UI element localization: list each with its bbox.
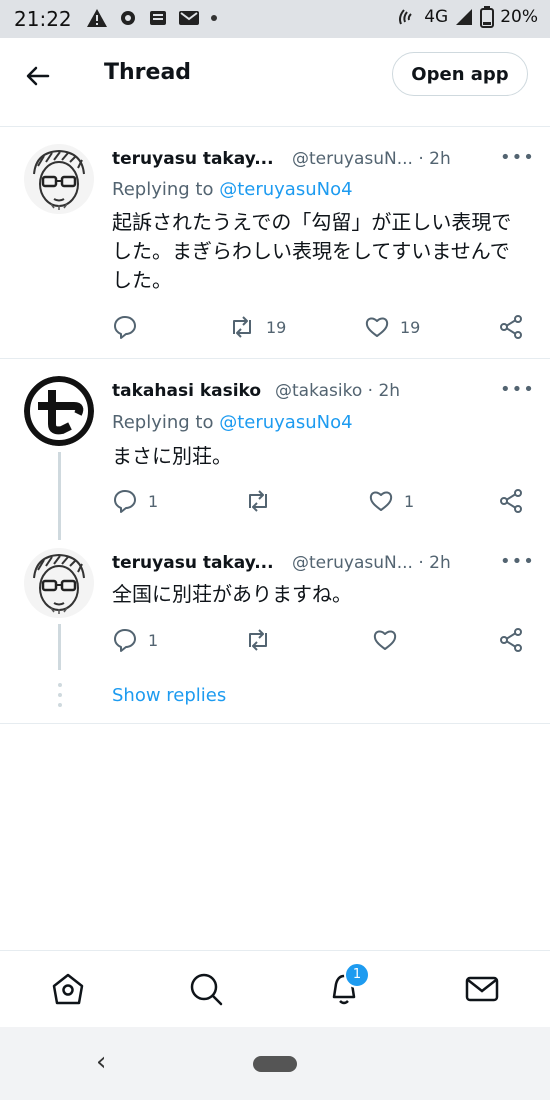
tweet-author-name[interactable]: teruyasu takay... [112, 149, 274, 169]
like-button[interactable]: 1 [368, 488, 414, 514]
retweet-count: 19 [266, 317, 287, 337]
ellipsis-vertical-icon [58, 683, 62, 707]
like-count: 19 [400, 317, 421, 337]
reply-button[interactable]: 1 [112, 627, 158, 653]
status-system-icons: 4G 20% [396, 6, 538, 28]
notification-badge: 1 [344, 962, 370, 988]
retweet-button[interactable] [244, 627, 272, 653]
status-notification-icons [86, 8, 218, 28]
news-icon [150, 11, 166, 25]
replying-to: Replying to @teruyasuNo4 [112, 412, 353, 433]
retweet-icon [249, 490, 267, 512]
network-type: 4G [424, 7, 449, 27]
battery-icon [480, 6, 495, 28]
system-back-icon[interactable]: ‹ [96, 1047, 106, 1077]
share-icon [500, 315, 522, 339]
more-options-icon[interactable]: ••• [500, 147, 535, 168]
tweet-author-handle: @teruyasuN... · 2h [292, 149, 451, 169]
reply-icon [114, 629, 136, 652]
avatar[interactable] [24, 144, 94, 214]
heart-icon [373, 630, 397, 650]
heart-icon [369, 491, 393, 511]
replying-to-label: Replying to [112, 179, 220, 200]
replying-to-link[interactable]: @teruyasuNo4 [219, 179, 352, 200]
nfc-icon [399, 9, 412, 25]
reply-button[interactable] [112, 314, 138, 340]
tweet-text: 全国に別荘がありますね。 [112, 582, 352, 606]
sketch-face-avatar-icon [24, 144, 94, 214]
messages-icon[interactable] [462, 969, 502, 1009]
home-gesture-pill[interactable] [253, 1056, 297, 1072]
reply-count: 1 [148, 491, 159, 511]
system-nav-bar: ‹ [0, 1027, 550, 1100]
share-icon [500, 489, 522, 513]
thread-connector [58, 452, 61, 540]
divider [0, 126, 550, 127]
share-button[interactable] [498, 488, 524, 514]
replying-to-link[interactable]: @teruyasuNo4 [219, 412, 352, 433]
sketch-face-avatar-icon [24, 548, 94, 618]
logo-avatar-icon [24, 376, 94, 446]
more-options-icon[interactable]: ••• [500, 551, 535, 572]
thread-connector [58, 624, 61, 670]
reply-button[interactable]: 1 [112, 488, 158, 514]
reply-count: 1 [148, 630, 159, 650]
tweet-author-handle: @teruyasuN... · 2h [292, 553, 451, 573]
share-icon [500, 628, 522, 652]
tweet-text: 起訴されたうえでの「勾留」が正しい表現でした。まぎらわしい表現をしてすいませんで… [112, 210, 512, 292]
bottom-nav [0, 950, 550, 1027]
avatar[interactable] [24, 548, 94, 618]
status-time: 21:22 [14, 7, 72, 31]
avatar[interactable] [24, 376, 94, 446]
retweet-button[interactable] [244, 488, 272, 514]
like-button[interactable] [372, 627, 398, 653]
search-icon[interactable] [186, 969, 226, 1009]
header: Thread Open app [0, 38, 550, 114]
share-button[interactable] [498, 627, 524, 653]
warning-icon [87, 9, 107, 27]
settings-icon [121, 11, 135, 25]
replying-to: Replying to @teruyasuNo4 [112, 179, 353, 200]
heart-icon [365, 317, 389, 337]
page-title: Thread [104, 60, 192, 85]
more-options-icon[interactable]: ••• [500, 379, 535, 400]
tweet-text: まさに別荘。 [112, 444, 232, 468]
retweet-button[interactable]: 19 [228, 314, 286, 340]
retweet-icon [249, 629, 267, 651]
divider [0, 358, 550, 359]
signal-icon [456, 9, 473, 25]
show-replies-link[interactable]: Show replies [112, 685, 226, 706]
divider [0, 723, 550, 724]
home-icon[interactable] [48, 969, 88, 1009]
retweet-icon [233, 316, 251, 338]
status-bar: 21:22 4G 20% [0, 0, 550, 38]
reply-icon [114, 316, 136, 339]
like-button[interactable]: 19 [364, 314, 420, 340]
thread-dots [57, 682, 63, 712]
dot-icon [211, 15, 217, 21]
like-count: 1 [404, 491, 415, 511]
tweet-author-name[interactable]: teruyasu takay... [112, 553, 274, 573]
tweet-author-handle: @takasiko · 2h [275, 381, 401, 401]
tweet-author-name[interactable]: takahasi kasiko [112, 381, 261, 401]
gmail-icon [179, 11, 199, 25]
battery-level: 20% [500, 7, 538, 27]
open-app-button[interactable]: Open app [392, 52, 528, 96]
back-arrow-icon[interactable] [24, 62, 52, 90]
reply-icon [114, 490, 136, 513]
share-button[interactable] [498, 314, 524, 340]
replying-to-label: Replying to [112, 412, 220, 433]
